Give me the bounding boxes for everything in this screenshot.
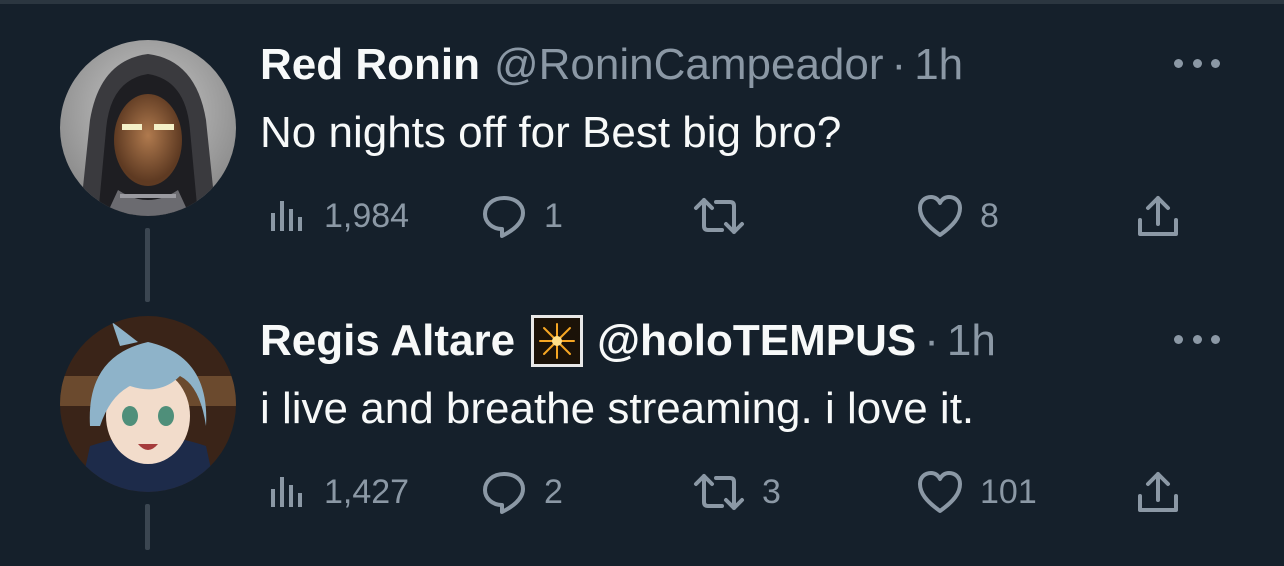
user-avatar[interactable] [60, 316, 236, 492]
reply-count: 1 [544, 196, 563, 235]
tweet[interactable]: Red Ronin @RoninCampeador · 1h No nights… [0, 20, 1284, 290]
views-button[interactable]: 1,984 [266, 190, 409, 242]
user-avatar[interactable] [60, 40, 236, 216]
share-icon [1138, 196, 1178, 236]
top-divider [0, 0, 1284, 4]
tweet-header: Red Ronin @RoninCampeador · 1h [260, 40, 963, 90]
timestamp[interactable]: 1h [914, 40, 963, 90]
sparkler-emoji-icon [531, 315, 584, 367]
more-options-icon[interactable] [1172, 48, 1222, 78]
reply-icon [483, 196, 525, 238]
share-icon [1138, 472, 1178, 512]
reply-button[interactable]: 2 [480, 466, 563, 518]
tweet-text: i live and breathe streaming. i love it. [260, 384, 975, 433]
tweet-text: No nights off for Best big bro? [260, 108, 842, 157]
retweet-count: 3 [762, 472, 781, 511]
separator-dot: · [924, 316, 939, 365]
analytics-icon [271, 201, 302, 231]
like-button[interactable]: 8 [916, 190, 999, 242]
analytics-icon [271, 477, 302, 507]
retweet-icon [694, 198, 744, 234]
share-button[interactable] [1136, 190, 1180, 242]
retweet-icon [694, 474, 744, 510]
heart-icon [918, 195, 962, 237]
reply-icon [483, 472, 525, 514]
views-count: 1,427 [324, 472, 410, 511]
share-button[interactable] [1136, 466, 1180, 518]
reply-count: 2 [544, 472, 563, 511]
timestamp[interactable]: 1h [947, 316, 996, 366]
user-handle[interactable]: @RoninCampeador [494, 40, 884, 90]
display-name[interactable]: Regis Altare [260, 316, 515, 366]
like-count: 8 [980, 196, 999, 235]
more-options-icon[interactable] [1172, 324, 1222, 354]
like-count: 101 [980, 472, 1037, 511]
heart-icon [918, 471, 962, 513]
views-count: 1,984 [324, 196, 410, 235]
tweet-header: Regis Altare @holoTEMPUS · 1h [260, 315, 996, 367]
views-button[interactable]: 1,427 [266, 466, 409, 518]
display-name[interactable]: Red Ronin [260, 40, 480, 90]
tweet[interactable]: Regis Altare @holoTEMPUS · 1h i live and… [0, 296, 1284, 566]
user-handle[interactable]: @holoTEMPUS [597, 316, 916, 366]
retweet-button[interactable] [692, 190, 762, 242]
like-button[interactable]: 101 [916, 466, 1037, 518]
separator-dot: · [891, 40, 907, 89]
retweet-button[interactable]: 3 [692, 466, 781, 518]
reply-button[interactable]: 1 [480, 190, 563, 242]
tweet-actions: 1,984 1 8 [260, 190, 1200, 242]
tweet-actions: 1,427 2 3 101 [260, 466, 1200, 518]
